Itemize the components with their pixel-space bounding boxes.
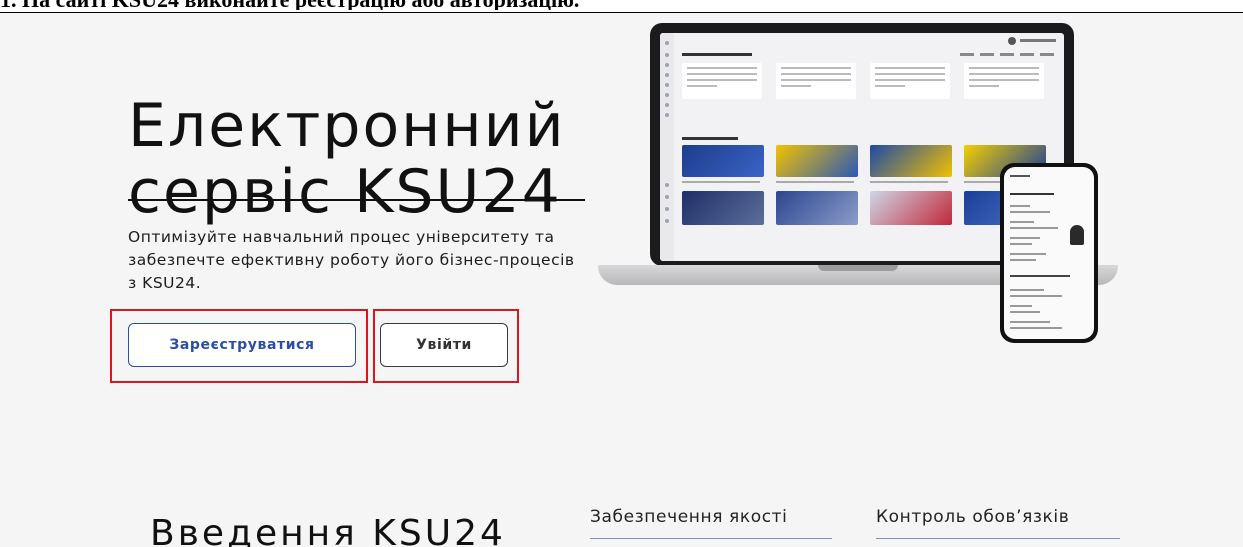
hero-title-line-1: Електронний: [128, 91, 566, 162]
phone-screen: [1004, 167, 1094, 339]
hero-divider: [128, 199, 585, 201]
hero-title-line-2: сервіс KSU24: [128, 157, 562, 228]
hero-description: Оптимізуйте навчальний процес університе…: [128, 228, 575, 292]
profile-photo: [1070, 225, 1084, 245]
screen-sidebar: [660, 33, 674, 261]
register-highlight-frame: [110, 309, 368, 383]
intro-section-title: Введення KSU24: [150, 513, 506, 547]
duties-control-heading: Контроль обов’язків: [876, 507, 1070, 527]
document-instruction: 1. На сайті KSU24 виконайте реєстрацію а…: [0, 0, 1243, 10]
hero-title: Електронний сервіс KSU24: [128, 93, 598, 225]
quality-assurance-heading: Забезпечення якості: [590, 507, 788, 527]
quality-assurance-rule: [590, 538, 832, 539]
ksu24-landing-page: Електронний сервіс KSU24 Оптимізуйте нав…: [0, 13, 1243, 547]
screen-topbar: [674, 33, 1064, 49]
avatar: [1008, 37, 1016, 45]
login-highlight-frame: [373, 309, 519, 383]
duties-control-rule: [876, 538, 1120, 539]
